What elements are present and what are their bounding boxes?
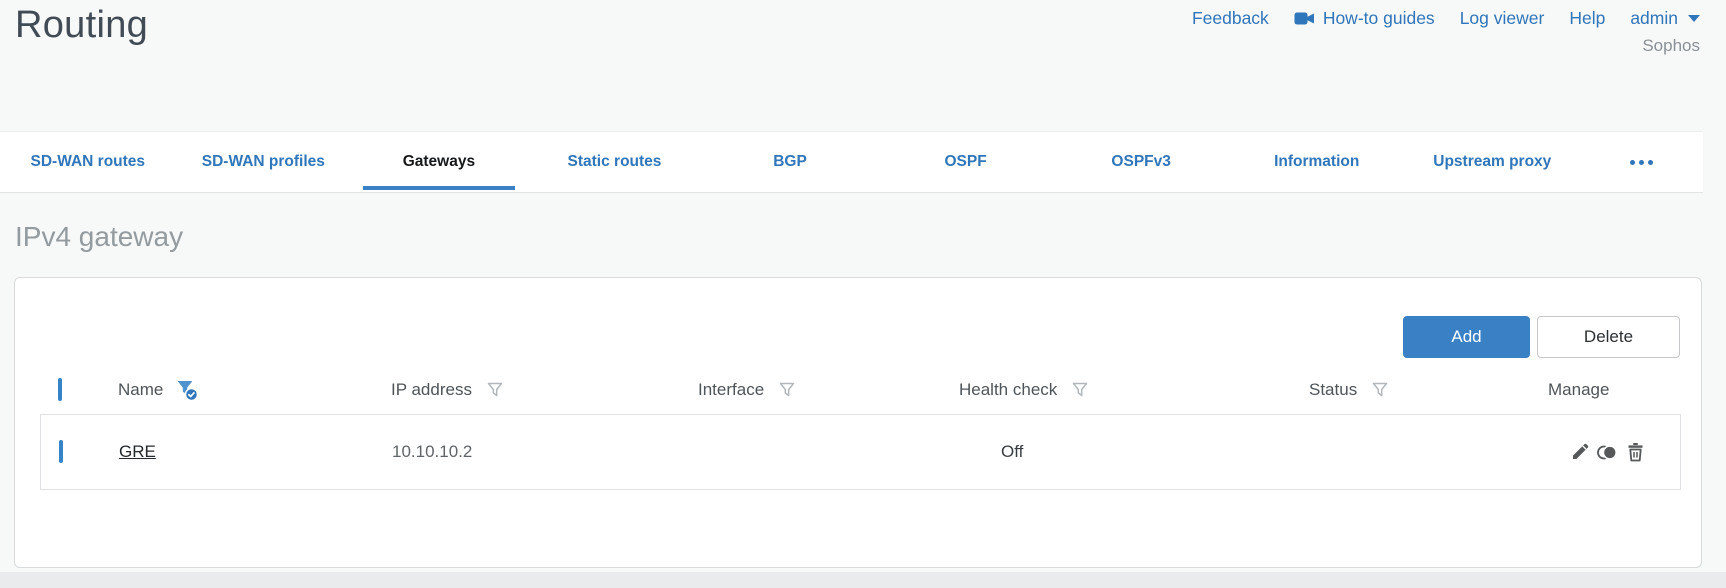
- filter-active-icon[interactable]: [175, 378, 199, 402]
- filter-icon[interactable]: [776, 379, 798, 401]
- ellipsis-icon: [1639, 159, 1644, 165]
- tab-ospfv3[interactable]: OSPFv3: [1053, 132, 1229, 192]
- tab-bgp[interactable]: BGP: [702, 132, 878, 192]
- gateway-name-link[interactable]: GRE: [119, 442, 156, 461]
- table-row: GRE 10.10.10.2 Off: [40, 414, 1681, 490]
- howto-guides-label: How-to guides: [1322, 8, 1435, 28]
- column-header-ip-address: IP address: [391, 380, 472, 399]
- admin-label: admin: [1630, 8, 1678, 28]
- filter-icon[interactable]: [1369, 379, 1391, 401]
- admin-menu[interactable]: admin: [1630, 8, 1700, 29]
- column-header-health-check: Health check: [959, 380, 1058, 399]
- column-header-name: Name: [118, 380, 164, 399]
- row-checkbox[interactable]: [59, 440, 63, 463]
- column-header-manage: Manage: [1548, 380, 1610, 399]
- brand-label: Sophos: [1642, 36, 1700, 55]
- video-camera-icon: [1294, 12, 1314, 25]
- gateway-card: Add Delete Name IP address Interface Hea…: [14, 277, 1702, 568]
- column-header-status: Status: [1309, 380, 1358, 399]
- add-button[interactable]: Add: [1403, 316, 1530, 358]
- tab-sdwan-routes[interactable]: SD-WAN routes: [0, 132, 176, 192]
- chevron-down-icon: [1688, 15, 1700, 22]
- tab-ospf[interactable]: OSPF: [878, 132, 1054, 192]
- tab-upstream-proxy[interactable]: Upstream proxy: [1405, 132, 1581, 192]
- tab-information[interactable]: Information: [1229, 132, 1405, 192]
- footer-band: [0, 572, 1726, 588]
- tab-static-routes[interactable]: Static routes: [527, 132, 703, 192]
- log-viewer-link[interactable]: Log viewer: [1460, 8, 1545, 29]
- tab-gateways[interactable]: Gateways: [351, 132, 527, 192]
- ellipsis-icon: [1630, 159, 1635, 165]
- select-all-checkbox[interactable]: [58, 378, 62, 401]
- ellipsis-icon: [1648, 159, 1653, 165]
- feedback-link[interactable]: Feedback: [1192, 8, 1269, 29]
- routing-tab-bar: SD-WAN routes SD-WAN profiles Gateways S…: [0, 131, 1703, 193]
- page-title: Routing: [15, 4, 149, 46]
- delete-row-button[interactable]: [1626, 442, 1645, 462]
- clone-button[interactable]: [1597, 444, 1619, 461]
- page-header: Routing Feedback How-to guides Log viewe…: [0, 0, 1726, 131]
- help-link[interactable]: Help: [1569, 8, 1605, 29]
- column-header-interface: Interface: [698, 380, 765, 399]
- gateway-health-check: Off: [1001, 442, 1024, 461]
- clone-icon: [1597, 444, 1618, 460]
- header-right: Feedback How-to guides Log viewer Help a…: [1192, 8, 1700, 56]
- pencil-icon: [1573, 443, 1589, 459]
- filter-icon[interactable]: [1069, 379, 1091, 401]
- tab-sdwan-profiles[interactable]: SD-WAN profiles: [176, 132, 352, 192]
- section-title: IPv4 gateway: [15, 221, 184, 252]
- gateway-ip-address: 10.10.10.2: [392, 442, 473, 461]
- header-links: Feedback How-to guides Log viewer Help a…: [1192, 8, 1700, 29]
- filter-icon[interactable]: [484, 379, 506, 401]
- manage-actions: [1491, 442, 1680, 462]
- table-header: Name IP address Interface Health check S…: [40, 369, 1681, 411]
- delete-button[interactable]: Delete: [1537, 316, 1680, 358]
- tab-more[interactable]: [1580, 132, 1703, 192]
- trash-icon: [1628, 443, 1643, 462]
- toolbar: Add Delete: [1403, 316, 1680, 358]
- howto-guides-link[interactable]: How-to guides: [1294, 8, 1435, 29]
- edit-button[interactable]: [1570, 442, 1590, 462]
